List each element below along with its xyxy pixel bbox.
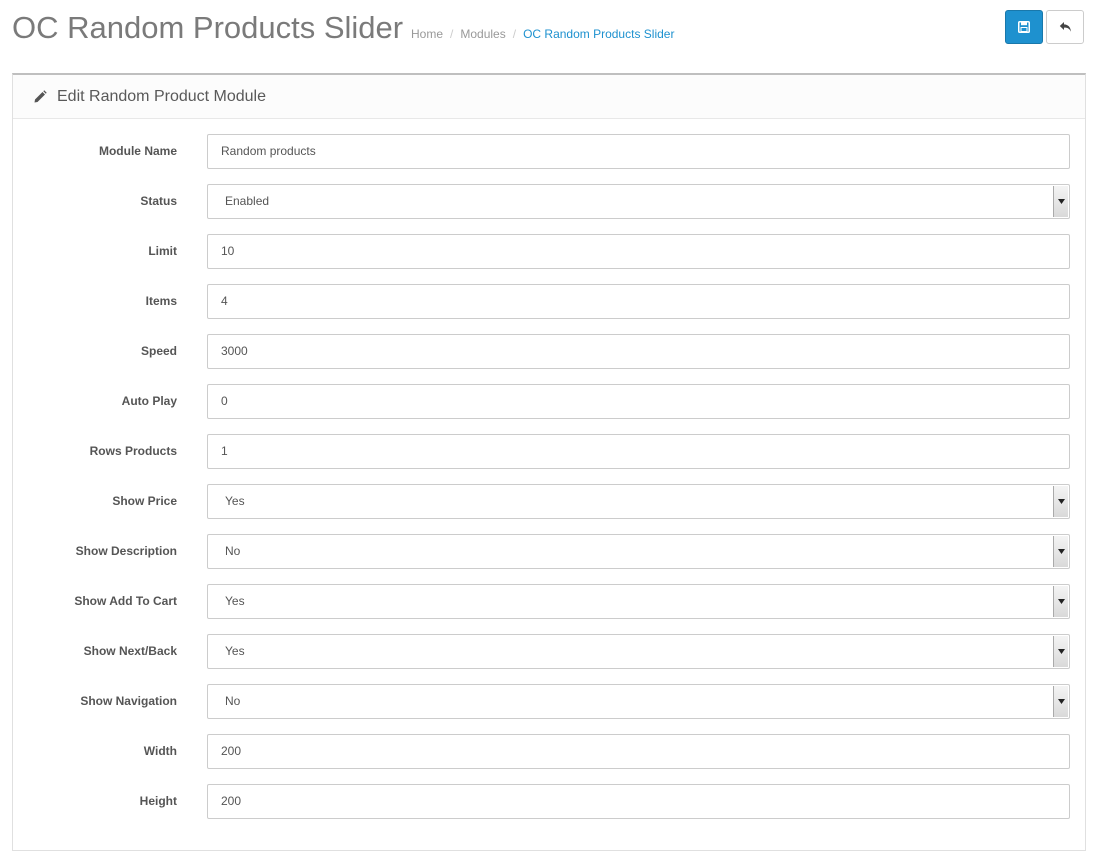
show-navigation-select[interactable]: No	[207, 684, 1070, 719]
speed-label: Speed	[140, 344, 177, 358]
chevron-down-icon[interactable]	[1053, 186, 1068, 217]
rows-products-label: Rows Products	[89, 444, 177, 458]
show-navigation-label: Show Navigation	[80, 694, 177, 708]
show-add-to-cart-value: Yes	[225, 594, 245, 608]
status-select[interactable]: Enabled	[207, 184, 1070, 219]
show-navigation-value: No	[225, 694, 241, 708]
form-row-show-next-back: Show Next/Back Yes	[13, 634, 1085, 669]
items-input[interactable]: 4	[207, 284, 1070, 319]
breadcrumb-modules[interactable]: Modules	[460, 27, 505, 41]
form-row-status: Status Enabled	[13, 184, 1085, 219]
panel-title: Edit Random Product Module	[57, 87, 266, 105]
breadcrumb-current[interactable]: OC Random Products Slider	[523, 27, 674, 41]
show-price-value: Yes	[225, 494, 245, 508]
pencil-icon	[34, 89, 47, 102]
breadcrumb: Home / Modules / OC Random Products Slid…	[411, 27, 674, 41]
floppy-disk-icon	[1018, 21, 1030, 33]
show-next-back-label: Show Next/Back	[83, 644, 177, 658]
form-row-module-name: Module Name Random products	[13, 134, 1085, 169]
show-add-to-cart-select[interactable]: Yes	[207, 584, 1070, 619]
show-add-to-cart-label: Show Add To Cart	[74, 594, 177, 608]
form-row-show-navigation: Show Navigation No	[13, 684, 1085, 719]
chevron-down-icon[interactable]	[1053, 486, 1068, 517]
items-label: Items	[145, 294, 177, 308]
show-price-select[interactable]: Yes	[207, 484, 1070, 519]
form-row-speed: Speed 3000	[13, 334, 1085, 369]
height-label: Height	[139, 794, 177, 808]
rows-products-input[interactable]: 1	[207, 434, 1070, 469]
reply-arrow-icon	[1059, 22, 1071, 32]
chevron-down-icon[interactable]	[1053, 586, 1068, 617]
breadcrumb-separator: /	[450, 27, 454, 41]
speed-input[interactable]: 3000	[207, 334, 1070, 369]
module-name-input[interactable]: Random products	[207, 134, 1070, 169]
form-row-auto-play: Auto Play 0	[13, 384, 1085, 419]
limit-label: Limit	[148, 244, 177, 258]
show-description-select[interactable]: No	[207, 534, 1070, 569]
form-row-show-description: Show Description No	[13, 534, 1085, 569]
save-button[interactable]	[1005, 10, 1043, 44]
auto-play-input[interactable]: 0	[207, 384, 1070, 419]
chevron-down-icon[interactable]	[1053, 686, 1068, 717]
form-row-limit: Limit 10	[13, 234, 1085, 269]
module-name-label: Module Name	[98, 144, 177, 158]
show-next-back-value: Yes	[225, 644, 245, 658]
form-row-show-price: Show Price Yes	[13, 484, 1085, 519]
breadcrumb-home[interactable]: Home	[411, 27, 443, 41]
page-title: OC Random Products Slider	[12, 10, 404, 45]
height-input[interactable]: 200	[207, 784, 1070, 819]
limit-input[interactable]: 10	[207, 234, 1070, 269]
breadcrumb-separator: /	[512, 27, 517, 41]
show-description-value: No	[225, 544, 241, 558]
form-row-width: Width 200	[13, 734, 1085, 769]
edit-module-panel: Edit Random Product Module Module Name R…	[12, 73, 1086, 851]
form-row-show-add-to-cart: Show Add To Cart Yes	[13, 584, 1085, 619]
show-description-label: Show Description	[75, 544, 177, 558]
back-button[interactable]	[1046, 10, 1084, 44]
auto-play-label: Auto Play	[121, 394, 177, 408]
form-row-height: Height 200	[13, 784, 1085, 819]
width-label: Width	[143, 744, 177, 758]
status-value: Enabled	[225, 194, 270, 208]
form-row-rows-products: Rows Products 1	[13, 434, 1085, 469]
chevron-down-icon[interactable]	[1053, 536, 1068, 567]
chevron-down-icon[interactable]	[1053, 636, 1068, 667]
width-input[interactable]: 200	[207, 734, 1070, 769]
panel-heading: Edit Random Product Module	[13, 75, 1085, 119]
show-next-back-select[interactable]: Yes	[207, 634, 1070, 669]
form-row-items: Items 4	[13, 284, 1085, 319]
status-label: Status	[140, 194, 177, 208]
show-price-label: Show Price	[112, 494, 177, 508]
